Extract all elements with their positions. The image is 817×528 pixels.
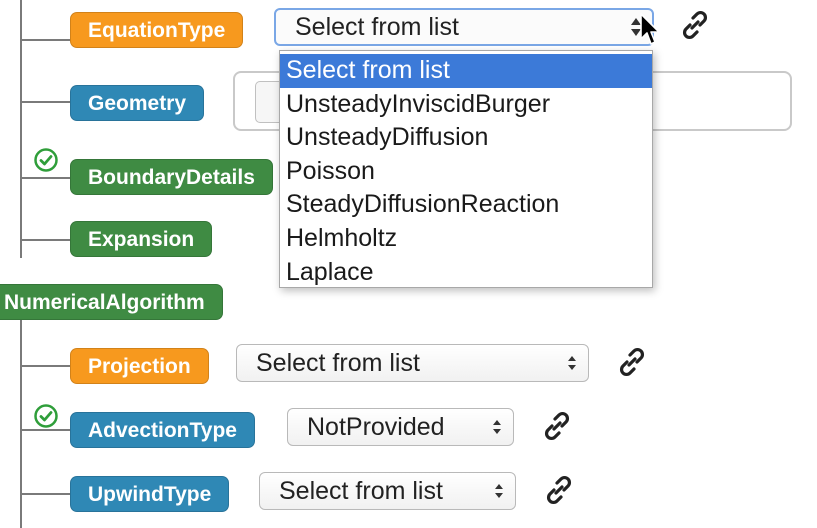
- tree-branch-advection: [20, 429, 70, 431]
- link-icon[interactable]: [542, 411, 572, 441]
- advection-type-select-value: NotProvided: [307, 413, 445, 441]
- boundary-details-badge[interactable]: BoundaryDetails: [70, 159, 273, 195]
- upwind-type-select-value: Select from list: [279, 477, 443, 505]
- check-circle-icon: [34, 148, 58, 172]
- select-arrows-icon: [566, 345, 578, 381]
- check-circle-icon: [34, 404, 58, 428]
- link-icon[interactable]: [617, 347, 647, 377]
- equation-type-select-value: Select from list: [295, 13, 459, 41]
- link-icon[interactable]: [544, 475, 574, 505]
- tree-line-vertical-2: [20, 318, 22, 528]
- expansion-badge[interactable]: Expansion: [70, 221, 213, 257]
- tree-branch-expansion: [20, 239, 70, 241]
- dropdown-option[interactable]: UnsteadyInviscidBurger: [280, 88, 652, 122]
- select-arrows-icon: [493, 473, 505, 509]
- numerical-algorithm-badge[interactable]: NumericalAlgorithm: [0, 284, 223, 320]
- upwind-type-select[interactable]: Select from list: [259, 472, 516, 510]
- dropdown-option[interactable]: Select from list: [280, 54, 652, 88]
- dropdown-option[interactable]: UnsteadyDiffusion: [280, 121, 652, 155]
- tree-branch-boundary: [20, 177, 70, 179]
- mouse-pointer-icon: [640, 13, 660, 45]
- equation-type-select[interactable]: Select from list: [274, 8, 654, 46]
- select-arrows-icon: [491, 409, 503, 445]
- equation-type-dropdown-list[interactable]: Select from list UnsteadyInviscidBurger Un…: [279, 50, 653, 288]
- advection-type-badge[interactable]: AdvectionType: [70, 412, 255, 448]
- upwind-type-badge[interactable]: UpwindType: [70, 476, 230, 512]
- dropdown-option[interactable]: Poisson: [280, 155, 652, 189]
- equation-type-badge[interactable]: EquationType: [70, 12, 244, 48]
- advection-type-select[interactable]: NotProvided: [287, 408, 514, 446]
- projection-badge[interactable]: Projection: [70, 348, 209, 384]
- tree-branch-geometry: [20, 101, 70, 103]
- tree-branch-equation: [20, 39, 70, 41]
- projection-select[interactable]: Select from list: [236, 344, 589, 382]
- tree-branch-upwind: [20, 493, 70, 495]
- link-icon[interactable]: [680, 10, 710, 40]
- dropdown-option[interactable]: Laplace: [280, 256, 652, 290]
- dropdown-option[interactable]: Helmholtz: [280, 222, 652, 256]
- projection-select-value: Select from list: [256, 349, 420, 377]
- tree-branch-projection: [20, 365, 70, 367]
- geometry-badge[interactable]: Geometry: [70, 85, 205, 121]
- dropdown-option[interactable]: SteadyDiffusionReaction: [280, 188, 652, 222]
